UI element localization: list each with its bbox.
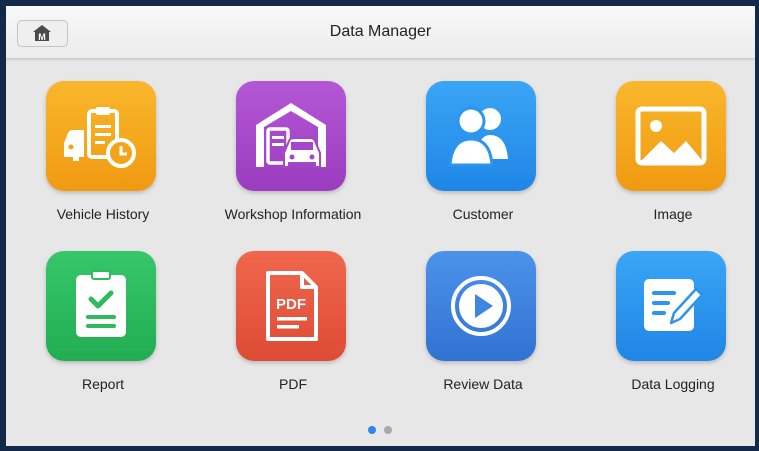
data-logging-icon [644, 279, 704, 331]
customer-tile [426, 81, 536, 191]
app-data-logging[interactable]: Data Logging [576, 251, 752, 411]
home-icon: M [33, 25, 51, 42]
report-tile [46, 251, 156, 361]
vehicle-history-tile [46, 81, 156, 191]
app-workshop-information[interactable]: Workshop Information [196, 81, 372, 241]
app-vehicle-history[interactable]: Vehicle History [6, 81, 182, 241]
app-label: Image [653, 206, 693, 222]
app-report[interactable]: Report [6, 251, 182, 411]
home-button[interactable]: M [17, 20, 68, 47]
screen: Data Manager M Vehicle History Workshop … [6, 6, 755, 446]
vehicle-history-icon [64, 107, 136, 168]
title-bar: Data Manager M [6, 6, 755, 59]
app-label: Vehicle History [56, 206, 150, 222]
app-image[interactable]: Image [576, 81, 752, 241]
image-tile [616, 81, 726, 191]
page-dot-active[interactable] [368, 426, 376, 434]
report-icon [76, 270, 126, 337]
app-label: Workshop Information [224, 206, 362, 222]
workshop-tile [236, 81, 346, 191]
image-icon [635, 106, 707, 166]
workshop-icon [256, 103, 326, 168]
app-label: Review Data [443, 376, 523, 392]
customer-icon [448, 106, 508, 167]
app-label: Report [81, 376, 125, 392]
page-title: Data Manager [329, 23, 432, 40]
app-customer[interactable]: Customer [386, 81, 562, 241]
pdf-icon-text: PDF [276, 296, 306, 313]
app-label: Customer [452, 206, 514, 222]
app-pdf[interactable]: PDF PDF [196, 251, 372, 411]
home-icon-letter: M [38, 32, 46, 42]
pdf-icon: PDF [266, 271, 318, 341]
pdf-tile: PDF [236, 251, 346, 361]
page-dot[interactable] [384, 426, 392, 434]
review-data-tile [426, 251, 536, 361]
app-review-data[interactable]: Review Data [386, 251, 562, 411]
review-data-icon [451, 276, 511, 336]
data-logging-tile [616, 251, 726, 361]
app-label: PDF [279, 376, 307, 392]
app-label: Data Logging [631, 376, 715, 392]
